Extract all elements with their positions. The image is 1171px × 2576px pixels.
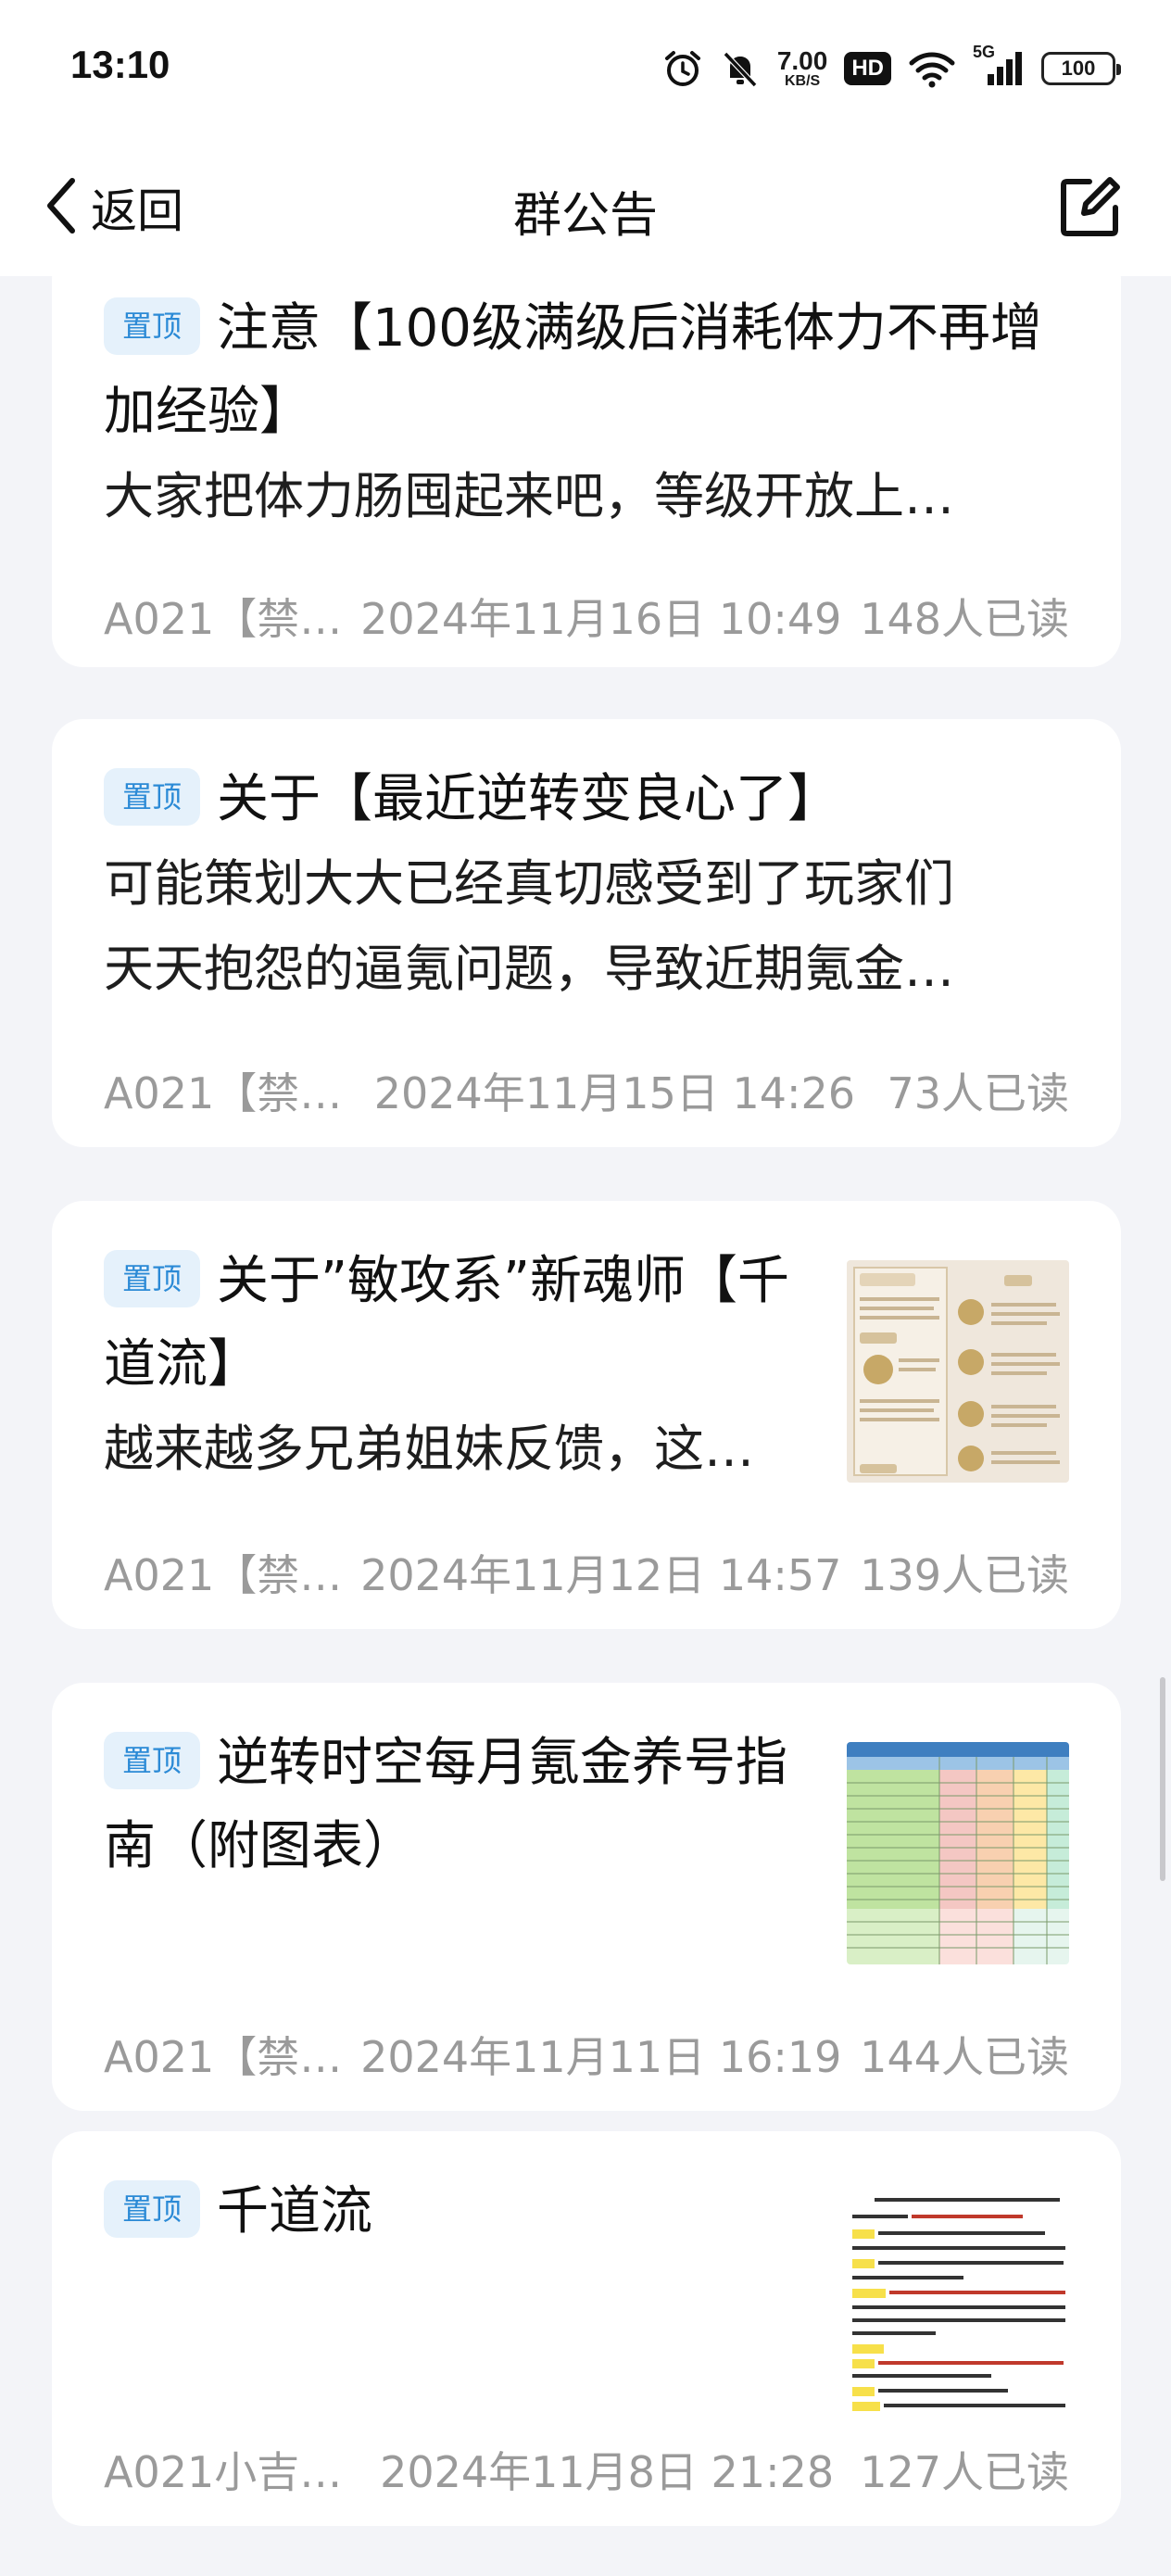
announcement-meta: A021【禁… 2024年11月12日 14:57 139人已读 <box>104 1540 1069 1605</box>
signal-icon: 5G <box>973 43 1025 89</box>
pin-badge: 置顶 <box>104 1731 201 1789</box>
read-count: 73人已读 <box>887 1068 1069 1118</box>
group-announcements-page: 13:10 7.00 KB/S HD 5G 100 返回 群公告 置顶 注意【1… <box>0 0 1171 2576</box>
page-title: 群公告 <box>512 188 658 244</box>
announcement-title: 置顶 逆转时空每月氪金养号指南（附图表） <box>104 1722 826 1888</box>
read-count: 127人已读 <box>860 2447 1069 2497</box>
announcement-date: 2024年11月11日 16:19 <box>360 2032 842 2082</box>
announcement-card[interactable]: 置顶 关于”敏攻系”新魂师【千道流】 越来越多兄弟姐妹反馈，这… A021【禁…… <box>52 1201 1121 1629</box>
announcement-summary: 越来越多兄弟姐妹反馈，这… <box>104 1420 754 1478</box>
announcement-title-text: 注意【100级满级后消耗体力不再增加经验】 <box>104 298 1042 442</box>
announcement-card[interactable]: 置顶 关于【最近逆转变良心了】 可能策划大大已经真切感受到了玩家们 天天抱怨的逼氪… <box>52 719 1121 1147</box>
net-speed: 7.00 KB/S <box>777 48 828 89</box>
edit-icon <box>1052 177 1127 248</box>
pin-badge: 置顶 <box>104 1249 201 1307</box>
pin-badge: 置顶 <box>104 297 201 355</box>
announcement-title-text: 千道流 <box>217 2181 373 2241</box>
announcement-author: A021小吉祥… <box>104 2447 354 2497</box>
status-icons: 7.00 KB/S HD 5G 100 <box>662 41 1121 96</box>
announcement-card[interactable]: 置顶 注意【100级满级后消耗体力不再增加经验】 大家把体力肠囤起来吧，等级开放上… <box>52 248 1121 667</box>
announcement-date: 2024年11月8日 21:28 <box>380 2447 835 2497</box>
announcement-date: 2024年11月12日 14:57 <box>360 1550 842 1600</box>
announcement-summary: 大家把体力肠囤起来吧，等级开放上… <box>104 467 954 525</box>
edit-button[interactable] <box>1052 170 1127 245</box>
announcement-thumbnail[interactable] <box>847 1260 1069 1483</box>
battery-icon: 100 <box>1041 52 1121 85</box>
announcement-thumbnail[interactable] <box>847 1742 1069 1964</box>
pin-badge: 置顶 <box>104 2179 201 2238</box>
announcement-title: 置顶 关于【最近逆转变良心了】 <box>104 758 1069 841</box>
announcement-date: 2024年11月16日 10:49 <box>360 594 842 644</box>
announcement-date: 2024年11月15日 14:26 <box>373 1068 856 1118</box>
alarm-icon <box>662 48 703 89</box>
announcement-meta: A021小吉祥… 2024年11月8日 21:28 127人已读 <box>104 2437 1069 2502</box>
read-count: 148人已读 <box>860 594 1069 644</box>
announcement-title: 置顶 关于”敏攻系”新魂师【千道流】 <box>104 1240 826 1407</box>
wifi-icon <box>908 48 956 89</box>
scrollbar[interactable] <box>1160 1677 1165 1881</box>
read-count: 139人已读 <box>860 1550 1069 1600</box>
announcement-card[interactable]: 置顶 逆转时空每月氪金养号指南（附图表） A021【禁… 2024年11月11日… <box>52 1683 1121 2111</box>
net-speed-value: 7.00 <box>776 46 828 75</box>
hd-badge: HD <box>844 52 891 85</box>
status-bar: 13:10 7.00 KB/S HD 5G 100 <box>0 0 1171 139</box>
announcement-title: 置顶 千道流 <box>104 2170 826 2254</box>
announcement-title-text: 关于【最近逆转变良心了】 <box>217 769 840 829</box>
announcement-summary-line: 可能策划大大已经真切感受到了玩家们 <box>104 854 954 913</box>
signal-label: 5G <box>973 43 996 61</box>
announcement-author: A021【禁… <box>104 1550 343 1600</box>
announcement-author: A021【禁… <box>104 594 343 644</box>
announcement-title: 置顶 注意【100级满级后消耗体力不再增加经验】 <box>104 287 1069 454</box>
announcement-thumbnail[interactable] <box>847 2191 1069 2413</box>
announcement-author: A021【禁… <box>104 2032 343 2082</box>
announcement-meta: A021【禁… 2024年11月15日 14:26 73人已读 <box>104 1058 1069 1123</box>
announcement-meta: A021【禁… 2024年11月11日 16:19 144人已读 <box>104 2022 1069 2087</box>
announcement-author: A021【禁… <box>104 1068 343 1118</box>
net-speed-unit: KB/S <box>784 73 821 89</box>
announcement-summary-line: 天天抱怨的逼氪问题，导致近期氪金… <box>104 940 954 998</box>
status-time: 13:10 <box>70 43 170 86</box>
mute-icon <box>720 48 761 89</box>
announcement-card[interactable]: 置顶 千道流 A021小吉祥 2024年11月8日 21:28 127人已读 <box>52 2131 1121 2526</box>
pin-badge: 置顶 <box>104 767 201 826</box>
announcement-meta: A021【禁… 2024年11月16日 10:49 148人已读 <box>104 584 1069 649</box>
announcement-title-text: 关于”敏攻系”新魂师【千道流】 <box>104 1251 790 1395</box>
announcement-title-text: 逆转时空每月氪金养号指南（附图表） <box>104 1733 788 1876</box>
read-count: 144人已读 <box>860 2032 1069 2082</box>
